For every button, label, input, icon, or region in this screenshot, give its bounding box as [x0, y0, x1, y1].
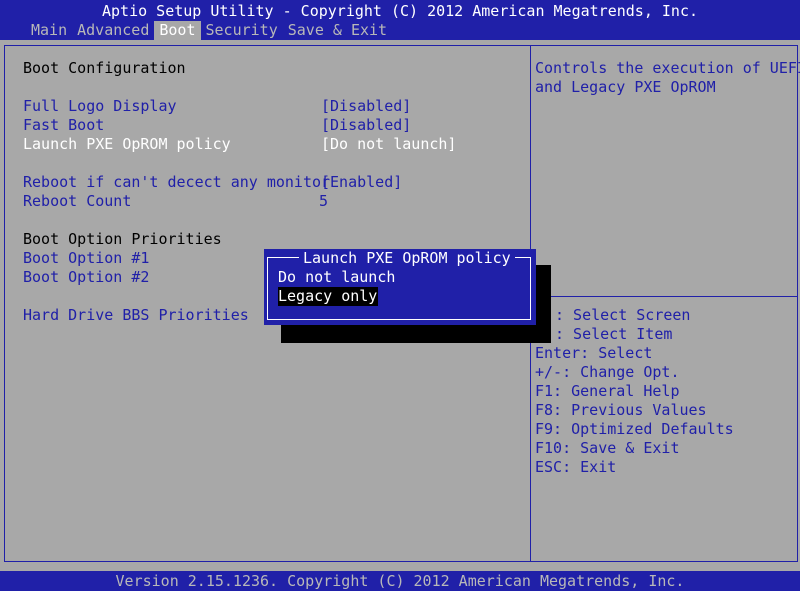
key-f8: F8: Previous Values — [535, 401, 707, 419]
key-change-opt: +/-: Change Opt. — [535, 363, 680, 381]
setting-label-reboot-count[interactable]: Reboot Count — [23, 192, 131, 211]
key-enter: Enter: Select — [535, 344, 653, 362]
help-divider — [531, 296, 797, 297]
popup-title: Launch PXE OpROM policy — [299, 249, 515, 268]
boot-option-1[interactable]: Boot Option #1 — [23, 249, 149, 268]
key-f1: F1: General Help — [535, 382, 680, 400]
priorities-title: Boot Option Priorities — [23, 230, 222, 248]
key-f9: F9: Optimized Defaults — [535, 420, 734, 438]
section-title: Boot Configuration — [23, 59, 186, 77]
setting-value-reboot-count[interactable]: 5 — [319, 192, 328, 211]
help-line-2: and Legacy PXE OpROM — [535, 78, 716, 96]
key-select-screen-label: : Select Screen — [555, 306, 691, 324]
footer-bar: Version 2.15.1236. Copyright (C) 2012 Am… — [0, 571, 800, 591]
key-esc: ESC: Exit — [535, 458, 617, 476]
pxe-policy-popup: Launch PXE OpROM policy Do not launch Le… — [264, 249, 536, 325]
footer-text: Version 2.15.1236. Copyright (C) 2012 Am… — [115, 572, 685, 590]
setting-label-reboot-monitor[interactable]: Reboot if can't decect any monitor — [23, 173, 330, 192]
hdd-bbs-priorities[interactable]: Hard Drive BBS Priorities — [23, 306, 249, 325]
boot-option-2[interactable]: Boot Option #2 — [23, 268, 149, 287]
key-f10: F10: Save & Exit — [535, 439, 680, 457]
key-select-screen: : Select Screen — [543, 306, 690, 325]
tab-main[interactable]: Main — [26, 21, 72, 40]
setting-value-fast-boot[interactable]: [Disabled] — [321, 116, 411, 135]
key-select-item: : Select Item — [543, 325, 672, 344]
setting-label-pxe-policy[interactable]: Launch PXE OpROM policy — [23, 135, 231, 154]
tab-save-exit[interactable]: Save & Exit — [283, 21, 392, 40]
key-select-item-label: : Select Item — [555, 325, 673, 343]
tab-security[interactable]: Security — [201, 21, 283, 40]
setting-value-full-logo[interactable]: [Disabled] — [321, 97, 411, 116]
setting-value-reboot-monitor[interactable]: [Enabled] — [321, 173, 402, 192]
app-title: Aptio Setup Utility - Copyright (C) 2012… — [101, 2, 699, 20]
popup-option-do-not-launch[interactable]: Do not launch — [278, 268, 395, 287]
popup-option-legacy-only[interactable]: Legacy only — [278, 287, 379, 306]
help-line-1: Controls the execution of UEFI — [535, 59, 800, 77]
tab-boot[interactable]: Boot — [154, 21, 201, 40]
setting-value-pxe-policy[interactable]: [Do not launch] — [321, 135, 456, 154]
tab-advanced[interactable]: Advanced — [72, 21, 154, 40]
tab-bar: Main Advanced Boot Security Save & Exit — [26, 21, 392, 40]
title-bar: Aptio Setup Utility - Copyright (C) 2012… — [0, 0, 800, 40]
setting-label-full-logo[interactable]: Full Logo Display — [23, 97, 177, 116]
setting-label-fast-boot[interactable]: Fast Boot — [23, 116, 104, 135]
